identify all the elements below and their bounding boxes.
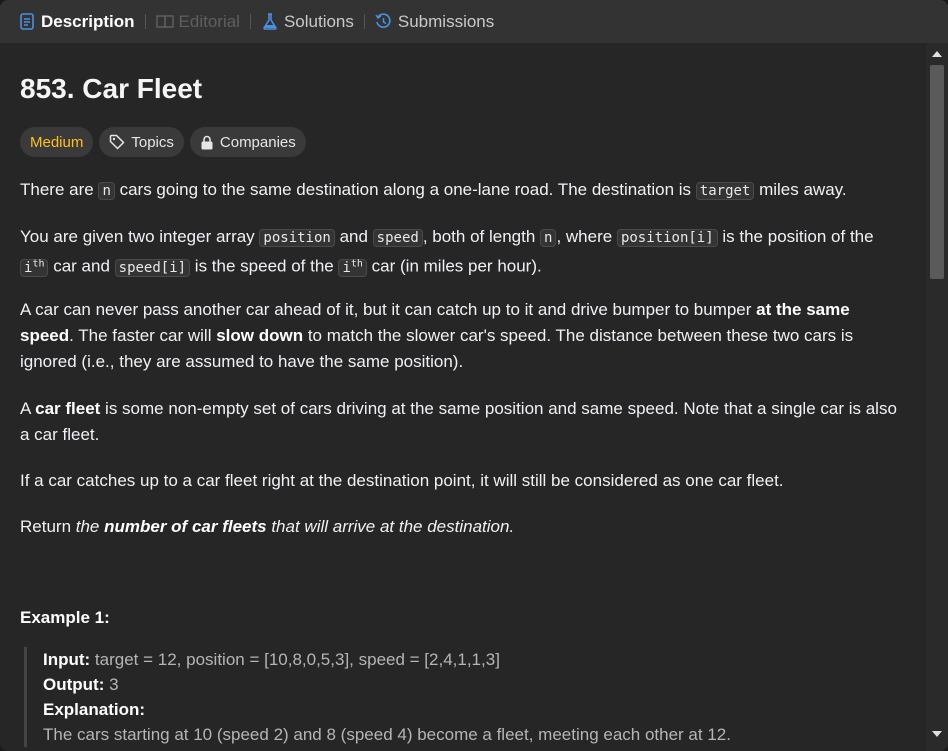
text: You are given two integer array <box>20 227 260 246</box>
text: is the position of the <box>717 227 874 246</box>
explanation-label: Explanation: <box>43 700 146 719</box>
scroll-up-arrow-icon[interactable] <box>932 51 942 57</box>
tab-separator <box>249 14 251 29</box>
text: i <box>342 259 351 276</box>
tab-submissions-label: Submissions <box>397 11 495 31</box>
text: , both of length <box>422 227 541 246</box>
text: car and <box>48 256 115 276</box>
tab-separator <box>363 14 365 29</box>
superscript: th <box>350 258 363 269</box>
input-value: target = 12, position = [10,8,0,5,3], sp… <box>90 650 500 669</box>
description-paragraph: Return the number of car fleets that wil… <box>20 514 900 540</box>
text: cars going to the same destination along… <box>114 180 696 199</box>
text: , where <box>556 227 617 246</box>
italic-text: the <box>75 517 105 536</box>
italic-text: that will arrive at the destination. <box>266 517 515 536</box>
description-paragraph: There are n cars going to the same desti… <box>20 177 900 204</box>
companies-button[interactable]: Companies <box>189 127 306 157</box>
example-explanation: Explanation: <box>43 697 884 722</box>
bold-text: number of car fleets <box>104 517 267 536</box>
bold-text: slow down <box>216 326 304 345</box>
scroll-down-arrow-icon[interactable] <box>932 731 942 737</box>
text: is some non-empty set of cars driving at… <box>20 399 897 444</box>
example-input: Input: target = 12, position = [10,8,0,5… <box>43 647 884 672</box>
description-paragraph: A car can never pass another car ahead o… <box>20 297 900 375</box>
text: Return <box>20 517 76 536</box>
tab-bar: Description Editorial Solutions Submissi… <box>0 0 948 43</box>
output-value: 3 <box>104 675 119 694</box>
inline-code: ith <box>338 258 367 277</box>
topics-button[interactable]: Topics <box>99 127 184 157</box>
text: miles away. <box>754 180 847 199</box>
tab-editorial[interactable]: Editorial <box>155 0 240 43</box>
tag-icon <box>109 134 125 150</box>
text: and <box>334 227 373 246</box>
inline-code: n <box>540 229 557 247</box>
vertical-scrollbar[interactable] <box>926 43 948 751</box>
tab-separator <box>144 14 146 29</box>
example-block: Input: target = 12, position = [10,8,0,5… <box>24 647 884 747</box>
description-paragraph: A car fleet is some non-empty set of car… <box>20 396 900 448</box>
text: car (in miles per hour). <box>366 256 542 276</box>
inline-code: speed <box>372 229 423 247</box>
explanation-text: The cars starting at 10 (speed 2) and 8 … <box>43 725 731 744</box>
tab-submissions[interactable]: Submissions <box>375 0 494 43</box>
document-icon <box>18 13 36 31</box>
inline-code: position[i] <box>616 229 718 247</box>
inline-code: target <box>695 182 755 200</box>
input-label: Input: <box>43 650 91 669</box>
inline-code: n <box>98 182 115 200</box>
text: There are <box>20 180 99 199</box>
text: . The faster car will <box>69 326 217 345</box>
tab-editorial-label: Editorial <box>178 11 240 31</box>
lock-icon <box>200 135 214 150</box>
flask-icon <box>261 13 279 31</box>
output-label: Output: <box>43 675 105 694</box>
example-title: Example 1: <box>20 608 110 627</box>
tab-solutions-label: Solutions <box>283 11 354 31</box>
description-paragraph: If a car catches up to a car fleet right… <box>20 471 784 490</box>
bold-text: car fleet <box>35 399 101 418</box>
tab-description[interactable]: Description <box>18 0 135 43</box>
description-content: 853. Car Fleet Medium Topics Companies T… <box>0 43 922 751</box>
inline-code: position <box>259 229 335 247</box>
inline-code: ith <box>20 258 49 277</box>
book-icon <box>155 13 174 31</box>
history-icon <box>375 13 393 31</box>
superscript: th <box>32 258 45 269</box>
problem-panel: Description Editorial Solutions Submissi… <box>0 0 948 751</box>
description-paragraph: You are given two integer array position… <box>20 224 900 281</box>
inline-code: speed[i] <box>114 258 191 277</box>
companies-label: Companies <box>219 133 296 151</box>
difficulty-badge: Medium <box>20 127 94 157</box>
scrollbar-thumb[interactable] <box>930 65 944 279</box>
text: A <box>20 399 36 418</box>
page-title: 853. Car Fleet <box>20 73 203 104</box>
text: A car can never pass another car ahead o… <box>20 300 757 319</box>
topics-label: Topics <box>131 133 174 151</box>
tag-row: Medium Topics Companies <box>20 127 306 157</box>
tab-description-label: Description <box>41 11 135 31</box>
tab-solutions[interactable]: Solutions <box>261 0 354 43</box>
example-output: Output: 3 <box>43 672 884 697</box>
text: is the speed of the <box>190 256 339 276</box>
